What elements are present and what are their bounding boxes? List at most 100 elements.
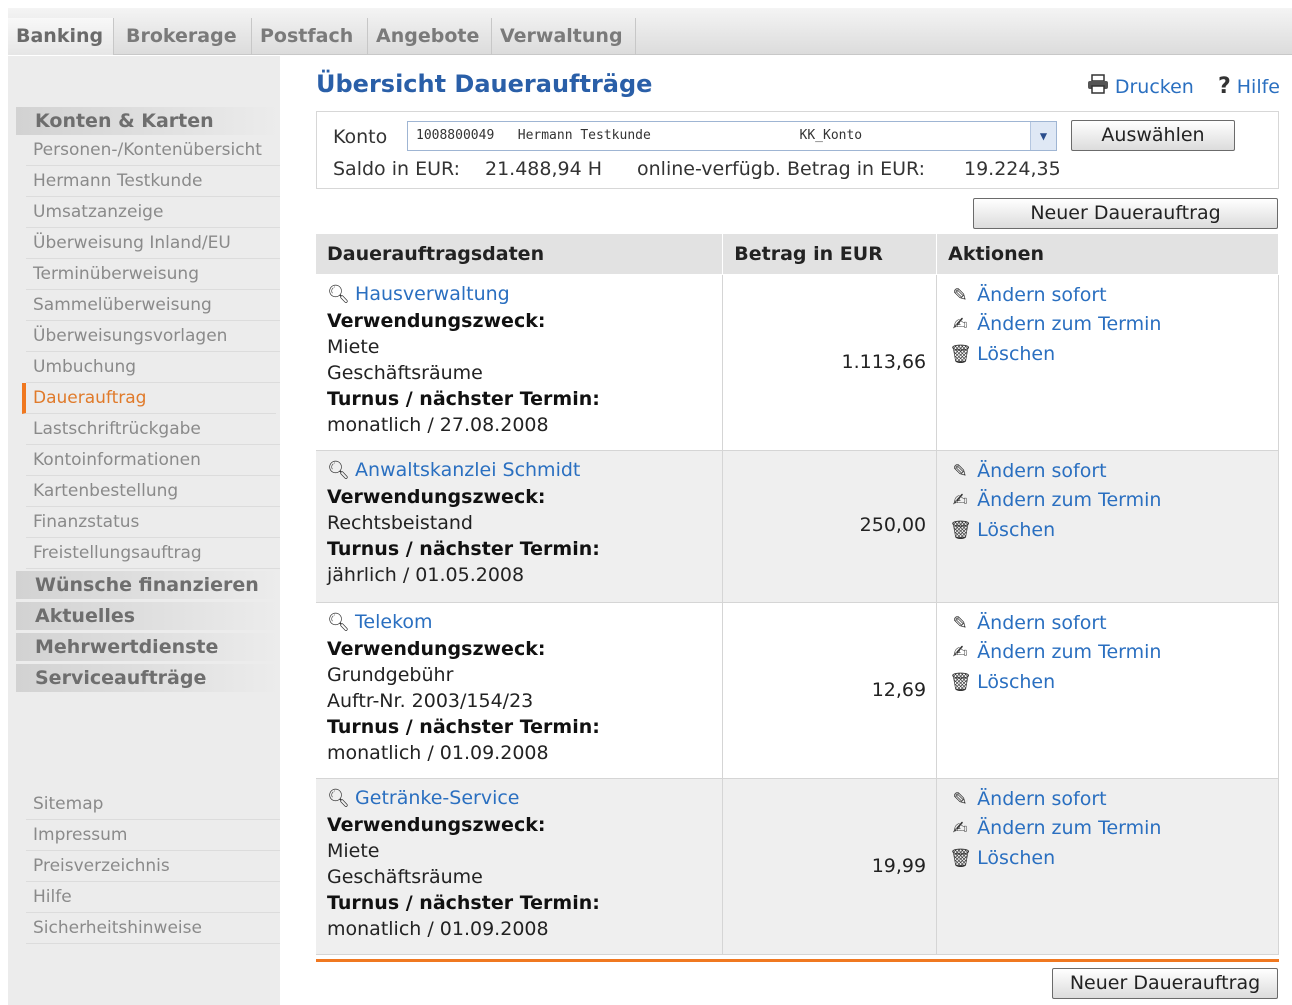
actions-cell: ✎ Ändern sofort ✍ Ändern zum Termin 🗑︎ L… xyxy=(936,778,1279,955)
actions-cell: ✎ Ändern sofort ✍ Ändern zum Termin 🗑︎ L… xyxy=(936,450,1279,603)
sidebar-item-kontoinformationen[interactable]: Kontoinformationen xyxy=(26,445,280,476)
table-row: 🔍︎ Telekom Verwendungszweck: Grundgebühr… xyxy=(316,602,1279,779)
schedule-value: monatlich / 01.09.2008 xyxy=(327,917,549,940)
sidebar-footer-impressum[interactable]: Impressum xyxy=(26,820,280,851)
purpose-line-1: Grundgebühr xyxy=(327,663,454,686)
trash-icon: 🗑︎ xyxy=(949,519,972,541)
schedule-value: monatlich / 27.08.2008 xyxy=(327,413,549,436)
amount-cell: 1.113,66 xyxy=(722,274,938,451)
column-header-data: Dauerauftragsdaten xyxy=(316,234,724,275)
schedule-label: Turnus / nächster Termin: xyxy=(327,891,600,914)
sidebar-footer-preisverzeichnis[interactable]: Preisverzeichnis xyxy=(26,851,280,882)
sidebar-section-wuensche-finanzieren[interactable]: Wünsche finanzieren xyxy=(16,571,280,599)
tab-postfach[interactable]: Postfach xyxy=(252,18,368,55)
table-header-row: Dauerauftragsdaten Betrag in EUR Aktione… xyxy=(316,234,1279,275)
sidebar-section-serviceauftraege[interactable]: Serviceaufträge xyxy=(16,664,280,692)
sidebar-item-hermann-testkunde[interactable]: Hermann Testkunde xyxy=(26,166,280,197)
sidebar-item-freistellungsauftrag[interactable]: Freistellungsauftrag xyxy=(26,538,280,569)
sidebar-item-sammelueberweisung[interactable]: Sammelüberweisung xyxy=(26,290,280,321)
actions-cell: ✎ Ändern sofort ✍ Ändern zum Termin 🗑︎ L… xyxy=(936,274,1279,451)
edit-scheduled-action[interactable]: ✍ Ändern zum Termin xyxy=(949,310,1278,340)
order-data-cell: 🔍︎ Anwaltskanzlei Schmidt Verwendungszwe… xyxy=(316,450,724,603)
tab-brokerage[interactable]: Brokerage xyxy=(118,18,252,55)
column-header-actions: Aktionen xyxy=(936,234,1279,275)
column-header-amount: Betrag in EUR xyxy=(722,234,938,275)
pencil-clock-icon: ✍ xyxy=(952,490,968,511)
magnifier-icon[interactable]: 🔍︎ xyxy=(327,458,350,484)
chevron-down-icon[interactable]: ▼ xyxy=(1030,122,1056,150)
sidebar-item-umbuchung[interactable]: Umbuchung xyxy=(26,352,280,383)
new-standing-order-button-bottom[interactable]: Neuer Dauerauftrag xyxy=(1052,968,1278,999)
order-name-link[interactable]: Anwaltskanzlei Schmidt xyxy=(355,459,580,481)
edit-now-action[interactable]: ✎ Ändern sofort xyxy=(949,457,1278,487)
available-label: online-verfügb. Betrag in EUR: xyxy=(637,158,925,180)
sidebar-item-umsatzanzeige[interactable]: Umsatzanzeige xyxy=(26,197,280,228)
purpose-line-1: Miete xyxy=(327,335,380,358)
purpose-line-1: Miete xyxy=(327,839,380,862)
account-select[interactable]: 1008800049 Hermann Testkunde KK_Konto ▼ xyxy=(407,121,1057,151)
account-select-value: 1008800049 Hermann Testkunde KK_Konto xyxy=(416,128,863,143)
top-links: Drucken ? Hilfe xyxy=(1087,74,1280,99)
schedule-value: monatlich / 01.09.2008 xyxy=(327,741,549,764)
edit-now-action[interactable]: ✎ Ändern sofort xyxy=(949,609,1278,639)
new-standing-order-button-top[interactable]: Neuer Dauerauftrag xyxy=(973,198,1278,229)
delete-action[interactable]: 🗑︎ Löschen xyxy=(949,668,1278,698)
tab-angebote[interactable]: Angebote xyxy=(368,18,492,55)
konto-label: Konto xyxy=(333,126,388,148)
sidebar-footer-sitemap[interactable]: Sitemap xyxy=(26,789,280,820)
sidebar-item-kartenbestellung[interactable]: Kartenbestellung xyxy=(26,476,280,507)
edit-scheduled-action[interactable]: ✍ Ändern zum Termin xyxy=(949,814,1278,844)
schedule-label: Turnus / nächster Termin: xyxy=(327,387,600,410)
edit-scheduled-action[interactable]: ✍ Ändern zum Termin xyxy=(949,486,1278,516)
purpose-line-2: Auftr-Nr. 2003/154/23 xyxy=(327,689,534,712)
edit-scheduled-action[interactable]: ✍ Ändern zum Termin xyxy=(949,638,1278,668)
pencil-clock-icon: ✍ xyxy=(952,314,968,335)
table-row: 🔍︎ Getränke-Service Verwendungszweck: Mi… xyxy=(316,778,1279,955)
actions-cell: ✎ Ändern sofort ✍ Ändern zum Termin 🗑︎ L… xyxy=(936,602,1279,779)
sidebar-section-konten-karten[interactable]: Konten & Karten xyxy=(16,107,280,135)
sidebar-item-terminueberweisung[interactable]: Terminüberweisung xyxy=(26,259,280,290)
sidebar-item-ueberweisungsvorlagen[interactable]: Überweisungsvorlagen xyxy=(26,321,280,352)
sidebar-footer-hilfe[interactable]: Hilfe xyxy=(26,882,280,913)
order-name-link[interactable]: Hausverwaltung xyxy=(355,283,510,305)
edit-now-action[interactable]: ✎ Ändern sofort xyxy=(949,281,1278,311)
trash-icon: 🗑︎ xyxy=(949,671,972,693)
sidebar-item-kontenuebersicht[interactable]: Personen-/Kontenübersicht xyxy=(26,135,280,166)
order-data-cell: 🔍︎ Hausverwaltung Verwendungszweck: Miet… xyxy=(316,274,724,451)
sidebar-footer-sicherheitshinweise[interactable]: Sicherheitshinweise xyxy=(26,913,280,944)
sidebar-section-aktuelles[interactable]: Aktuelles xyxy=(16,602,280,630)
printer-icon[interactable] xyxy=(1087,74,1109,99)
account-selection-box: Konto 1008800049 Hermann Testkunde KK_Ko… xyxy=(316,111,1279,189)
purpose-line-1: Rechtsbeistand xyxy=(327,511,473,534)
delete-action[interactable]: 🗑︎ Löschen xyxy=(949,340,1278,370)
schedule-value: jährlich / 01.05.2008 xyxy=(327,563,525,586)
tab-verwaltung[interactable]: Verwaltung xyxy=(492,18,636,55)
help-icon[interactable]: ? xyxy=(1218,74,1231,99)
delete-action[interactable]: 🗑︎ Löschen xyxy=(949,844,1278,874)
table-row: 🔍︎ Anwaltskanzlei Schmidt Verwendungszwe… xyxy=(316,450,1279,603)
sidebar-item-lastschriftrueckgabe[interactable]: Lastschriftrückgabe xyxy=(26,414,280,445)
magnifier-icon[interactable]: 🔍︎ xyxy=(327,786,350,812)
sidebar-item-dauerauftrag[interactable]: Dauerauftrag xyxy=(22,383,276,414)
tab-banking[interactable]: Banking xyxy=(8,18,114,55)
pencil-icon: ✎ xyxy=(952,460,968,482)
page-title: Übersicht Daueraufträge xyxy=(316,70,653,98)
order-name-link[interactable]: Telekom xyxy=(355,611,433,633)
magnifier-icon[interactable]: 🔍︎ xyxy=(327,282,350,308)
pencil-clock-icon: ✍ xyxy=(952,818,968,839)
magnifier-icon[interactable]: 🔍︎ xyxy=(327,610,350,636)
sidebar-item-ueberweisung[interactable]: Überweisung Inland/EU xyxy=(26,228,280,259)
select-account-button[interactable]: Auswählen xyxy=(1071,120,1235,151)
sidebar-section-mehrwertdienste[interactable]: Mehrwertdienste xyxy=(16,633,280,661)
trash-icon: 🗑︎ xyxy=(949,343,972,365)
order-data-cell: 🔍︎ Telekom Verwendungszweck: Grundgebühr… xyxy=(316,602,724,779)
delete-action[interactable]: 🗑︎ Löschen xyxy=(949,516,1278,546)
table-bottom-divider xyxy=(316,959,1279,962)
purpose-label: Verwendungszweck: xyxy=(327,637,546,660)
help-link[interactable]: Hilfe xyxy=(1237,76,1280,98)
schedule-label: Turnus / nächster Termin: xyxy=(327,537,600,560)
edit-now-action[interactable]: ✎ Ändern sofort xyxy=(949,785,1278,815)
order-name-link[interactable]: Getränke-Service xyxy=(355,787,519,809)
sidebar-item-finanzstatus[interactable]: Finanzstatus xyxy=(26,507,280,538)
print-link[interactable]: Drucken xyxy=(1115,76,1194,98)
